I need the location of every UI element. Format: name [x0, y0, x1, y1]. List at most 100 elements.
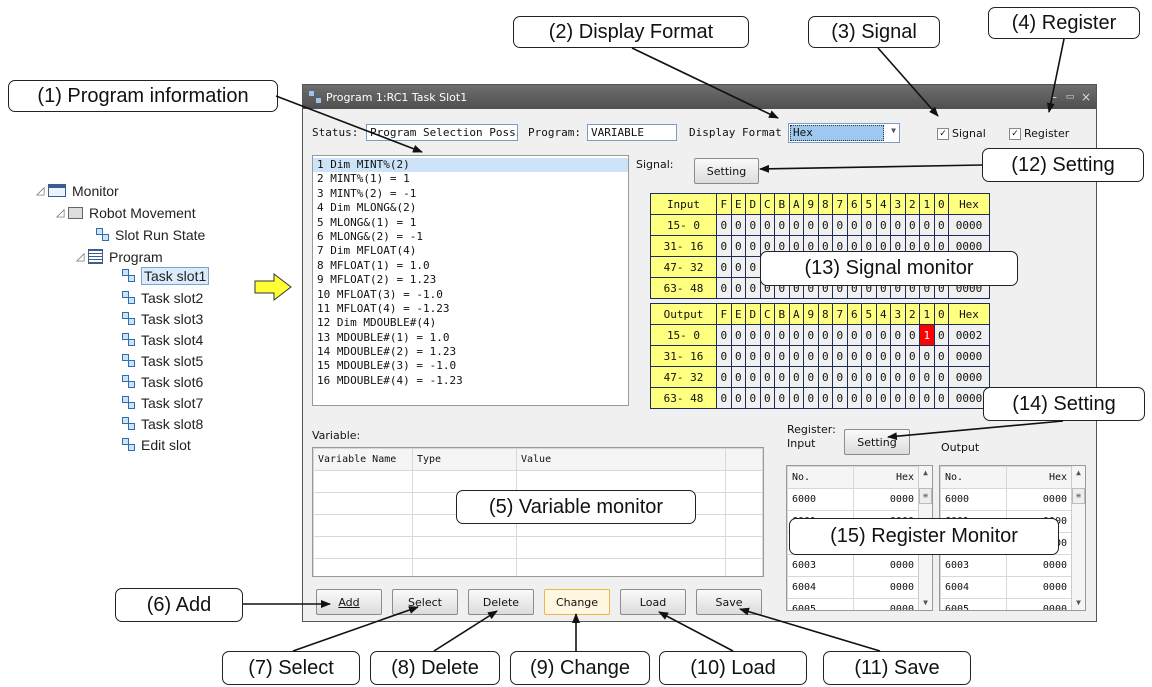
signal-setting-button[interactable]: Setting	[694, 158, 759, 184]
select-button[interactable]: Select	[392, 589, 458, 615]
signal-bit-cell[interactable]: 0	[788, 214, 804, 236]
tree-node-edit-slot[interactable]: Edit slot	[122, 435, 191, 454]
signal-bit-cell[interactable]: 1	[919, 324, 935, 346]
signal-bit-cell[interactable]: 0	[745, 366, 761, 388]
signal-bit-cell[interactable]: 0	[832, 345, 848, 367]
scroll-up-icon[interactable]: ▲	[1072, 466, 1085, 480]
program-line[interactable]: 9 MFLOAT(2) = 1.23	[313, 273, 628, 287]
signal-bit-cell[interactable]: 0	[759, 214, 775, 236]
signal-bit-cell[interactable]: 0	[730, 345, 746, 367]
collapse-icon[interactable]: ◿	[56, 206, 68, 219]
collapse-icon[interactable]: ◿	[36, 184, 48, 197]
signal-bit-cell[interactable]: 0	[745, 345, 761, 367]
tree-node-task-slot5[interactable]: Task slot5	[122, 351, 203, 370]
table-row[interactable]: 6003 0000	[787, 554, 919, 577]
signal-bit-cell[interactable]: 0	[803, 345, 819, 367]
signal-bit-cell[interactable]: 0	[759, 324, 775, 346]
signal-bit-cell[interactable]: 0	[817, 324, 833, 346]
signal-bit-cell[interactable]: 0	[846, 324, 862, 346]
signal-bit-cell[interactable]: 0	[716, 235, 732, 257]
signal-bit-cell[interactable]: 0	[730, 256, 746, 278]
signal-bit-cell[interactable]: 0	[716, 366, 732, 388]
tree-node-task-slot4[interactable]: Task slot4	[122, 330, 203, 349]
signal-bit-cell[interactable]: 0	[730, 387, 746, 409]
signal-bit-cell[interactable]: 0	[875, 387, 891, 409]
column-header-value[interactable]: Value	[516, 448, 726, 471]
scroll-thumb[interactable]: ≡	[1072, 488, 1085, 504]
column-header-no[interactable]: No.	[940, 466, 1007, 489]
register-setting-button[interactable]: Setting	[844, 429, 910, 455]
signal-bit-cell[interactable]: 0	[890, 366, 906, 388]
column-header-no[interactable]: No.	[787, 466, 854, 489]
tree-node-monitor[interactable]: ◿ Monitor	[36, 181, 119, 200]
signal-bit-cell[interactable]: 0	[933, 345, 949, 367]
signal-bit-cell[interactable]: 0	[730, 277, 746, 299]
tree-node-task-slot1[interactable]: Task slot1	[122, 266, 210, 285]
program-line[interactable]: 16 MDOUBLE#(4) = -1.23	[313, 374, 628, 388]
tree-node-task-slot7[interactable]: Task slot7	[122, 393, 203, 412]
program-line[interactable]: 1 Dim MINT%(2)	[313, 158, 628, 173]
maximize-icon[interactable]: ▭	[1062, 85, 1078, 109]
program-line[interactable]: 12 Dim MDOUBLE#(4)	[313, 316, 628, 330]
signal-bit-cell[interactable]: 0	[745, 277, 761, 299]
signal-bit-cell[interactable]: 0	[730, 366, 746, 388]
signal-bit-cell[interactable]: 0	[875, 345, 891, 367]
table-row[interactable]: 6000 0000	[787, 488, 919, 511]
signal-bit-cell[interactable]: 0	[817, 345, 833, 367]
signal-bit-cell[interactable]: 0	[904, 366, 920, 388]
signal-bit-cell[interactable]: 0	[730, 324, 746, 346]
program-list[interactable]: 1 Dim MINT%(2) 2 MINT%(1) = 13 MINT%(2) =…	[312, 155, 629, 406]
tree-node-program[interactable]: ◿ Program	[76, 247, 163, 266]
signal-bit-cell[interactable]: 0	[919, 214, 935, 236]
column-header-hex[interactable]: Hex	[1005, 466, 1072, 489]
signal-bit-cell[interactable]: 0	[788, 324, 804, 346]
tree-node-task-slot8[interactable]: Task slot8	[122, 414, 203, 433]
signal-bit-cell[interactable]: 0	[817, 387, 833, 409]
signal-bit-cell[interactable]: 0	[774, 345, 790, 367]
signal-bit-cell[interactable]: 0	[788, 387, 804, 409]
register-checkbox[interactable]: ✓ Register	[1009, 127, 1069, 140]
signal-bit-cell[interactable]: 0	[730, 214, 746, 236]
signal-bit-cell[interactable]: 0	[933, 366, 949, 388]
signal-bit-cell[interactable]: 0	[745, 214, 761, 236]
signal-bit-cell[interactable]: 0	[803, 366, 819, 388]
scrollbar[interactable]: ▲ ≡ ▼	[1071, 466, 1085, 610]
signal-bit-cell[interactable]: 0	[716, 256, 732, 278]
signal-bit-cell[interactable]: 0	[817, 366, 833, 388]
program-line[interactable]: 3 MINT%(2) = -1	[313, 187, 628, 201]
signal-bit-cell[interactable]: 0	[716, 387, 732, 409]
program-line[interactable]: 8 MFLOAT(1) = 1.0	[313, 259, 628, 273]
signal-bit-cell[interactable]: 0	[933, 214, 949, 236]
signal-bit-cell[interactable]: 0	[846, 366, 862, 388]
signal-bit-cell[interactable]: 0	[759, 345, 775, 367]
signal-bit-cell[interactable]: 0	[832, 366, 848, 388]
program-line[interactable]: 2 MINT%(1) = 1	[313, 172, 628, 186]
signal-bit-cell[interactable]: 0	[919, 366, 935, 388]
column-header-type[interactable]: Type	[412, 448, 517, 471]
signal-bit-cell[interactable]: 0	[890, 324, 906, 346]
signal-checkbox[interactable]: ✓ Signal	[937, 127, 986, 140]
signal-bit-cell[interactable]: 0	[861, 324, 877, 346]
signal-bit-cell[interactable]: 0	[759, 387, 775, 409]
program-line[interactable]: 6 MLONG&(2) = -1	[313, 230, 628, 244]
program-line[interactable]: 14 MDOUBLE#(2) = 1.23	[313, 345, 628, 359]
signal-bit-cell[interactable]: 0	[919, 345, 935, 367]
delete-button[interactable]: Delete	[468, 589, 534, 615]
signal-bit-cell[interactable]: 0	[745, 324, 761, 346]
display-format-select[interactable]: Hex ▼	[788, 123, 900, 143]
signal-bit-cell[interactable]: 0	[875, 324, 891, 346]
scroll-up-icon[interactable]: ▲	[919, 466, 932, 480]
signal-bit-cell[interactable]: 0	[774, 366, 790, 388]
change-button[interactable]: Change	[544, 589, 610, 615]
save-button[interactable]: Save	[696, 589, 762, 615]
table-row[interactable]: 6000 0000	[940, 488, 1072, 511]
tree-node-slot-run-state[interactable]: Slot Run State	[96, 225, 205, 244]
signal-bit-cell[interactable]: 0	[832, 324, 848, 346]
signal-bit-cell[interactable]: 0	[832, 387, 848, 409]
signal-bit-cell[interactable]: 0	[803, 324, 819, 346]
signal-bit-cell[interactable]: 0	[716, 345, 732, 367]
signal-bit-cell[interactable]: 0	[716, 277, 732, 299]
signal-bit-cell[interactable]: 0	[716, 324, 732, 346]
program-line[interactable]: 13 MDOUBLE#(1) = 1.0	[313, 331, 628, 345]
signal-bit-cell[interactable]: 0	[716, 214, 732, 236]
